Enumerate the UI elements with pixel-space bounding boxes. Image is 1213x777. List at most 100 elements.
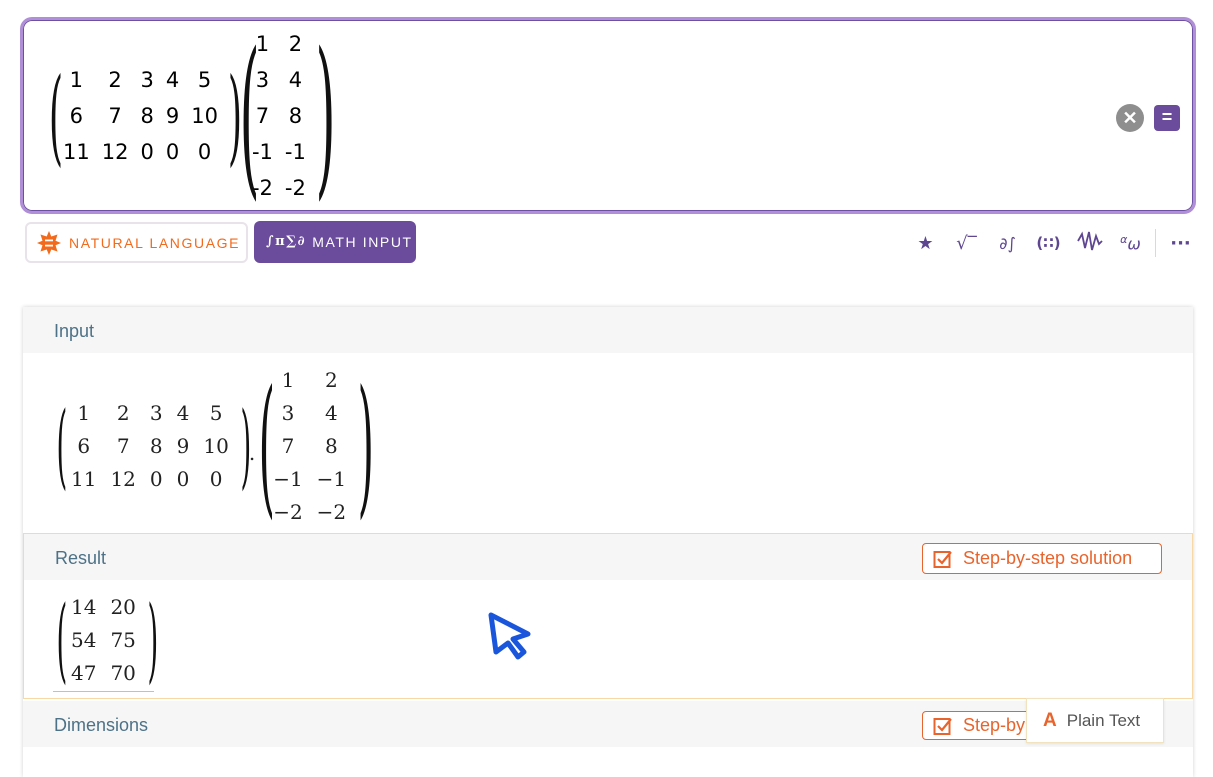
more-icon[interactable]: ··· — [1160, 233, 1201, 254]
matrix-cell: 47 — [71, 660, 97, 685]
plain-text-label: Plain Text — [1066, 710, 1141, 730]
compute-button[interactable]: = — [1154, 105, 1180, 131]
matrix-row: 6 7 8 9 10 — [65, 430, 235, 461]
matrix-table: 1 2 3 4 7 8 −1 −1 −2 −2 — [265, 362, 354, 529]
plain-text-icon: A — [1043, 709, 1057, 731]
sqrt-icon[interactable]: √‾ — [946, 233, 987, 254]
matrix-cell: 7 — [108, 103, 122, 128]
left-paren: ( — [56, 391, 68, 499]
matrix-cell: 3 — [149, 400, 163, 425]
input-pod-matrix-b: ( 1 2 3 4 7 8 −1 −1 −2 −2 ) — [255, 358, 375, 533]
matrix-cell: 12 — [110, 466, 136, 491]
step-by-step-button[interactable]: Step-by-step solution — [922, 543, 1162, 574]
matrix-row: 14 20 — [65, 591, 142, 622]
matrix-cell: 0 — [197, 139, 212, 164]
matrix-cell: 0 — [165, 139, 180, 164]
checkbox-icon — [933, 717, 952, 735]
math-keyboard-toolbar: ★ √‾ ∂∫ (∷) αω ··· — [905, 229, 1201, 257]
matrix-row: 78 — [267, 430, 352, 461]
matrix-cell: 11 — [71, 466, 97, 491]
matrix-cell: 5 — [197, 67, 212, 92]
math-symbols-icon: ∫π∑∂ — [266, 234, 307, 249]
matrix-cell: 10 — [191, 103, 218, 128]
greek-icon[interactable]: αω — [1110, 233, 1151, 253]
plain-text-button[interactable]: A Plain Text — [1026, 698, 1164, 743]
natural-language-label: NATURAL LANGUAGE — [69, 234, 241, 251]
matrix-cell: 2 — [116, 400, 130, 425]
matrix-cell: 10 — [203, 433, 229, 458]
input-matrix-b: ( 1 2 3 4 7 8 -1 -1 -2 -2 ) — [236, 14, 336, 216]
right-paren: ) — [357, 358, 375, 533]
result-matrix: ( 14 20 54 75 47 70 ) — [53, 585, 159, 693]
toolbar-divider — [1155, 229, 1156, 257]
matrix-cell: 4 — [325, 400, 338, 425]
matrix-cell: 8 — [149, 433, 163, 458]
matrix-cell: 12 — [101, 139, 129, 164]
right-paren: ) — [240, 391, 252, 499]
matrix-table: 1 2 3 4 5 6 7 8 9 10 11 12 0 0 0 — [63, 395, 237, 496]
input-matrix-a: ( 1 2 3 4 5 6 7 8 9 10 11 12 0 0 0 ) — [45, 54, 243, 177]
matrix-cell: 75 — [110, 627, 136, 652]
matrix-cell: -1 — [284, 139, 306, 164]
matrix-table: 1 2 3 4 5 6 7 8 9 10 11 12 0 0 0 — [57, 62, 224, 170]
matrix-row: −2 −2 — [267, 496, 352, 527]
matrix-cell: 54 — [71, 627, 97, 652]
matrix-cell: 8 — [140, 103, 154, 128]
mouse-cursor-icon — [488, 612, 531, 660]
dimensions-step-by-step-button[interactable]: Step-by — [922, 711, 1042, 740]
matrix-cell: 0 — [140, 139, 154, 164]
matrix-cell: 8 — [325, 433, 338, 458]
calculus-icon[interactable]: ∂∫ — [987, 234, 1028, 253]
math-input-label: MATH INPUT — [312, 234, 413, 250]
matrix-cell: 70 — [110, 660, 136, 685]
function-icon[interactable] — [1069, 230, 1110, 257]
matrix-row: 47 70 — [65, 657, 142, 688]
input-pod-title: Input — [54, 321, 95, 341]
matrix-row: −1 −1 — [267, 463, 352, 494]
matrix-row: 34 — [267, 397, 352, 428]
matrix-cell: 8 — [288, 103, 303, 128]
math-input-button[interactable]: ∫π∑∂ MATH INPUT — [254, 221, 416, 263]
matrix-cell: 20 — [110, 594, 136, 619]
matrix-cell: 2 — [325, 367, 338, 392]
matrix-icon[interactable]: (∷) — [1028, 234, 1069, 252]
matrix-row: 12 — [267, 364, 352, 395]
matrix-cell: 6 — [77, 433, 91, 458]
waveform-icon — [1076, 231, 1103, 250]
star-icon[interactable]: ★ — [905, 233, 946, 254]
matrix-cell: 5 — [209, 400, 223, 425]
matrix-cell: 9 — [176, 433, 190, 458]
result-pod-content[interactable]: ( 14 20 54 75 47 70 ) — [53, 585, 159, 693]
natural-language-button[interactable]: NATURAL LANGUAGE — [25, 222, 248, 263]
matrix-row: 54 75 — [65, 624, 142, 655]
right-paren: ) — [147, 585, 159, 693]
matrix-row: 11 12 0 0 0 — [57, 134, 224, 170]
results-card: Input ( 1 2 3 4 5 6 7 8 9 10 11 12 0 0 0 ) . ( 1 2 3 4 7 8−… — [23, 307, 1193, 777]
matrix-cell: 0 — [209, 466, 223, 491]
matrix-row: 6 7 8 9 10 — [57, 98, 224, 134]
checkbox-icon — [933, 550, 952, 568]
dimensions-pod-title: Dimensions — [54, 715, 149, 735]
matrix-cell: 2 — [108, 67, 122, 92]
matrix-row: 12345 — [57, 62, 224, 98]
clear-button[interactable]: ✕ — [1116, 104, 1144, 132]
right-paren: ) — [315, 14, 336, 216]
matrix-cell: 4 — [165, 67, 180, 92]
input-pod-header: Input — [23, 307, 1193, 353]
left-paren: ( — [56, 585, 68, 693]
input-pod-matrix-a: ( 1 2 3 4 5 6 7 8 9 10 11 12 0 0 0 ) — [53, 391, 252, 499]
matrix-cell: 2 — [288, 31, 303, 56]
matrix-cell: 4 — [176, 400, 190, 425]
sunburst-icon — [37, 230, 61, 255]
matrix-cell: -2 — [284, 175, 306, 200]
matrix-cell: 0 — [149, 466, 163, 491]
dimensions-step-label: Step-by — [963, 715, 1026, 735]
step-by-step-label: Step-by-step solution — [963, 548, 1133, 568]
right-paren: ) — [227, 54, 243, 177]
input-pod-content[interactable]: ( 1 2 3 4 5 6 7 8 9 10 11 12 0 0 0 ) . ( 1 2 3 4 7 8 −1 −1 −2−… — [53, 358, 375, 533]
input-expression[interactable]: ( 1 2 3 4 5 6 7 8 9 10 11 12 0 0 0 ) ( 1 2 3 4 7 8 -1 -1 -2 -2 … — [45, 14, 336, 216]
matrix-cell: −2 — [316, 499, 347, 524]
result-pod-title: Result — [55, 548, 107, 568]
matrix-cell: 4 — [288, 67, 303, 92]
math-input-field[interactable]: ( 1 2 3 4 5 6 7 8 9 10 11 12 0 0 0 ) ( 1 2 3 4 7 8 -1 -1 -2 -2 … — [20, 17, 1196, 214]
